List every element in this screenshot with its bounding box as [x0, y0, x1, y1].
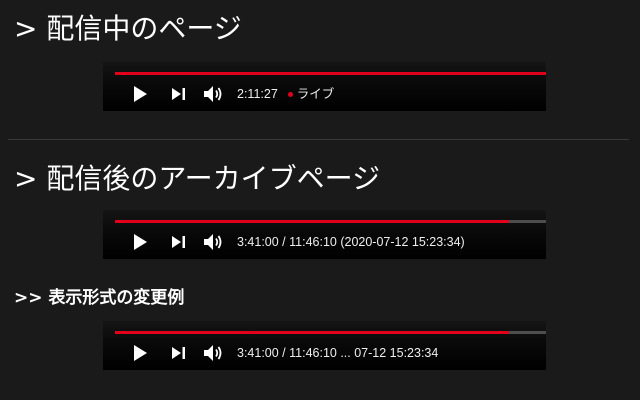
volume-icon — [204, 234, 222, 250]
archive-video-player[interactable]: 3:41:00 / 11:46:10 (2020-07-12 15:23:34) — [103, 210, 546, 259]
time-text: 2:11:27 — [237, 87, 278, 101]
progress-fill — [115, 72, 546, 75]
play-icon — [134, 86, 147, 102]
time-display: 3:41:00 / 11:46:10 (2020-07-12 15:23:34) — [237, 229, 465, 255]
player-controls: 3:41:00 / 11:46:10 (2020-07-12 15:23:34) — [103, 229, 546, 255]
next-icon — [172, 236, 185, 248]
progress-bar[interactable] — [115, 220, 546, 223]
time-text: 3:41:00 / 11:46:10 ... 07-12 15:23:34 — [237, 346, 439, 360]
play-button[interactable] — [127, 229, 153, 255]
volume-icon — [204, 345, 222, 361]
live-video-player[interactable]: 2:11:27 ライブ — [103, 62, 546, 111]
format-example-video-player[interactable]: 3:41:00 / 11:46:10 ... 07-12 15:23:34 — [103, 321, 546, 370]
next-button[interactable] — [166, 340, 192, 366]
play-button[interactable] — [127, 81, 153, 107]
play-button[interactable] — [127, 340, 153, 366]
volume-button[interactable] — [201, 81, 227, 107]
player-controls: 2:11:27 ライブ — [103, 81, 546, 107]
next-icon — [172, 88, 185, 100]
progress-fill — [115, 331, 510, 334]
volume-icon — [204, 86, 222, 102]
play-icon — [134, 234, 147, 250]
time-display: 2:11:27 ライブ — [237, 81, 334, 107]
volume-button[interactable] — [201, 340, 227, 366]
play-icon — [134, 345, 147, 361]
next-icon — [172, 347, 185, 359]
live-label: ライブ — [296, 87, 335, 101]
player-controls: 3:41:00 / 11:46:10 ... 07-12 15:23:34 — [103, 340, 546, 366]
archive-page-heading: > 配信後のアーカイブページ — [14, 162, 381, 195]
next-button[interactable] — [166, 229, 192, 255]
time-display: 3:41:00 / 11:46:10 ... 07-12 15:23:34 — [237, 340, 438, 366]
section-divider — [8, 139, 629, 140]
time-text: 3:41:00 / 11:46:10 (2020-07-12 15:23:34) — [237, 235, 465, 249]
live-indicator-dot — [287, 91, 293, 97]
next-button[interactable] — [166, 81, 192, 107]
progress-bar[interactable] — [115, 331, 546, 334]
page: > 配信中のページ 2:11:27 ライブ > 配信後のアーカイブページ 3:4… — [0, 0, 640, 400]
live-page-heading: > 配信中のページ — [14, 12, 242, 45]
format-example-heading: >> 表示形式の変更例 — [14, 288, 185, 308]
volume-button[interactable] — [201, 229, 227, 255]
progress-bar[interactable] — [115, 72, 546, 75]
progress-fill — [115, 220, 510, 223]
